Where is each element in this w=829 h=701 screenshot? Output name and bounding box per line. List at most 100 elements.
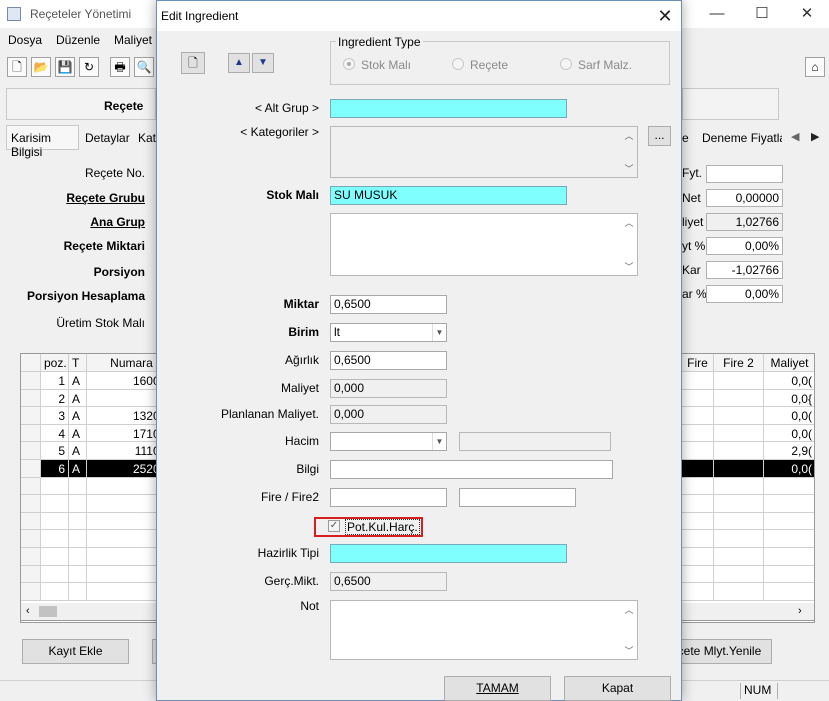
menu-dosya[interactable]: Dosya [8, 33, 42, 47]
tamam-button[interactable]: TAMAM [444, 676, 551, 701]
scroll-down-icon[interactable]: ﹀ [621, 644, 637, 657]
tab-detaylar[interactable]: Detaylar [80, 125, 131, 150]
label-alt-grup[interactable]: < Alt Grup > [159, 101, 319, 115]
scroll-right-icon[interactable]: › [798, 605, 802, 617]
grid-header-fire[interactable]: Fire [682, 354, 714, 372]
kategoriler-scrollbar[interactable]: ︿ ﹀ [621, 127, 637, 177]
refresh-icon[interactable]: ↻ [79, 57, 99, 77]
grid-empty-cell[interactable] [764, 530, 814, 548]
open-folder-icon[interactable]: 📂 [31, 57, 51, 77]
grid-cell-fire2[interactable] [714, 407, 764, 425]
grid-empty-cell[interactable] [682, 565, 714, 584]
grid-empty-cell[interactable] [682, 477, 714, 496]
grid-empty-cell[interactable] [41, 512, 69, 531]
scroll-left-icon[interactable]: ‹ [26, 605, 30, 617]
grid-cell-maliyet[interactable]: 2,9( [764, 442, 814, 460]
radio-stok-mali-label[interactable]: Stok Malı [361, 58, 411, 72]
grid-header-t[interactable]: T [69, 354, 87, 372]
grid-row-selector[interactable] [21, 407, 41, 425]
chevron-down-icon[interactable]: ▼ [432, 433, 446, 450]
field-fyt[interactable] [706, 165, 783, 183]
grid-empty-cell[interactable] [41, 565, 69, 584]
grid-cell-t[interactable]: A [69, 424, 87, 443]
grid-empty-cell[interactable] [764, 495, 814, 513]
menu-duzenle[interactable]: Düzenle [56, 33, 100, 47]
grid-empty-cell[interactable] [764, 512, 814, 531]
stok-mali-field[interactable]: SU MUSUK [330, 186, 567, 205]
grid-row-selector[interactable] [21, 460, 41, 478]
dialog-close-icon[interactable]: ✕ [653, 5, 677, 27]
pot-kul-harc-label[interactable]: Pot.Kul.Harç. [345, 519, 420, 535]
field-fyt-percent[interactable]: 0,00% [706, 237, 783, 255]
scroll-up-icon[interactable]: ︿ [621, 603, 637, 616]
grid-cell-poz[interactable]: 4 [41, 424, 69, 443]
tab-deneme-fiyatlari[interactable]: Deneme Fiyatları [697, 125, 783, 150]
grid-cell-maliyet[interactable]: 0,0( [764, 460, 814, 478]
grid-cell-t[interactable]: A [69, 389, 87, 408]
grid-empty-cell[interactable] [69, 512, 87, 531]
grid-empty-cell[interactable] [21, 530, 41, 548]
miktar-field[interactable]: 0,6500 [330, 295, 447, 314]
grid-empty-cell[interactable] [69, 477, 87, 496]
grid-cell-t[interactable]: A [69, 442, 87, 460]
kapat-button[interactable]: Kapat [564, 676, 671, 701]
scroll-up-icon[interactable]: ︿ [621, 216, 637, 229]
grid-cell-fire[interactable] [682, 460, 714, 478]
grid-cell-t[interactable]: A [69, 372, 87, 390]
fire2-field[interactable] [459, 488, 576, 507]
grid-empty-cell[interactable] [764, 477, 814, 496]
grid-cell-maliyet[interactable]: 0,0( [764, 372, 814, 390]
grid-cell-poz[interactable]: 5 [41, 442, 69, 460]
kategoriler-browse-button[interactable]: ... [648, 126, 671, 146]
grid-empty-cell[interactable] [764, 565, 814, 584]
print-icon[interactable]: 🖶 [110, 57, 130, 77]
grid-empty-cell[interactable] [714, 495, 764, 513]
grid-empty-cell[interactable] [714, 548, 764, 566]
field-kar[interactable]: -1,02766 [706, 261, 783, 279]
grid-cell-fire[interactable] [682, 442, 714, 460]
grid-empty-cell[interactable] [682, 583, 714, 601]
grid-cell-t[interactable]: A [69, 407, 87, 425]
grid-cell-poz[interactable]: 3 [41, 407, 69, 425]
grid-empty-cell[interactable] [41, 548, 69, 566]
pot-kul-harc-checkbox[interactable]: ✓ [328, 520, 340, 532]
scroll-thumb[interactable] [39, 606, 57, 617]
grid-empty-cell[interactable] [682, 530, 714, 548]
new-record-icon[interactable]: 🗋 [181, 52, 205, 74]
hazirlik-tipi-field[interactable] [330, 544, 567, 563]
grid-empty-cell[interactable] [21, 495, 41, 513]
grid-empty-cell[interactable] [69, 495, 87, 513]
agirlik-field[interactable]: 0,6500 [330, 351, 447, 370]
label-recete-grubu[interactable]: Reçete Grubu [40, 191, 145, 205]
grid-empty-cell[interactable] [714, 530, 764, 548]
grid-empty-cell[interactable] [714, 477, 764, 496]
hacim-select[interactable]: ▼ [330, 432, 447, 451]
tab-scroll-left-icon[interactable]: ◀ [791, 130, 799, 143]
home-icon[interactable]: ⌂ [805, 57, 825, 77]
grid-empty-cell[interactable] [682, 512, 714, 531]
tab-kategori[interactable]: Kat [133, 125, 156, 150]
kayit-ekle-button[interactable]: Kayıt Ekle [22, 639, 129, 664]
grid-cell-fire[interactable] [682, 389, 714, 408]
radio-recete[interactable] [452, 58, 464, 70]
chevron-down-icon[interactable]: ▼ [432, 324, 446, 341]
grid-empty-cell[interactable] [69, 583, 87, 601]
move-up-icon[interactable]: ▲ [228, 53, 250, 73]
radio-sarf-malz-label[interactable]: Sarf Malz. [578, 58, 632, 72]
field-net[interactable]: 0,00000 [706, 189, 783, 207]
grid-header-poz[interactable]: poz. [41, 354, 69, 372]
radio-sarf-malz[interactable] [560, 58, 572, 70]
grid-cell-poz[interactable]: 1 [41, 372, 69, 390]
scroll-down-icon[interactable]: ﹀ [621, 162, 637, 175]
menu-maliyet[interactable]: Maliyet [114, 33, 152, 47]
grid-cell-poz[interactable]: 6 [41, 460, 69, 478]
label-kategoriler[interactable]: < Kategoriler > [159, 125, 319, 139]
grid-empty-cell[interactable] [69, 548, 87, 566]
grid-empty-cell[interactable] [41, 495, 69, 513]
grid-empty-cell[interactable] [764, 583, 814, 601]
grid-cell-fire2[interactable] [714, 460, 764, 478]
grid-empty-cell[interactable] [41, 583, 69, 601]
grid-header-fire2[interactable]: Fire 2 [714, 354, 764, 372]
grid-empty-cell[interactable] [69, 565, 87, 584]
not-scrollbar[interactable]: ︿ ﹀ [621, 601, 637, 659]
